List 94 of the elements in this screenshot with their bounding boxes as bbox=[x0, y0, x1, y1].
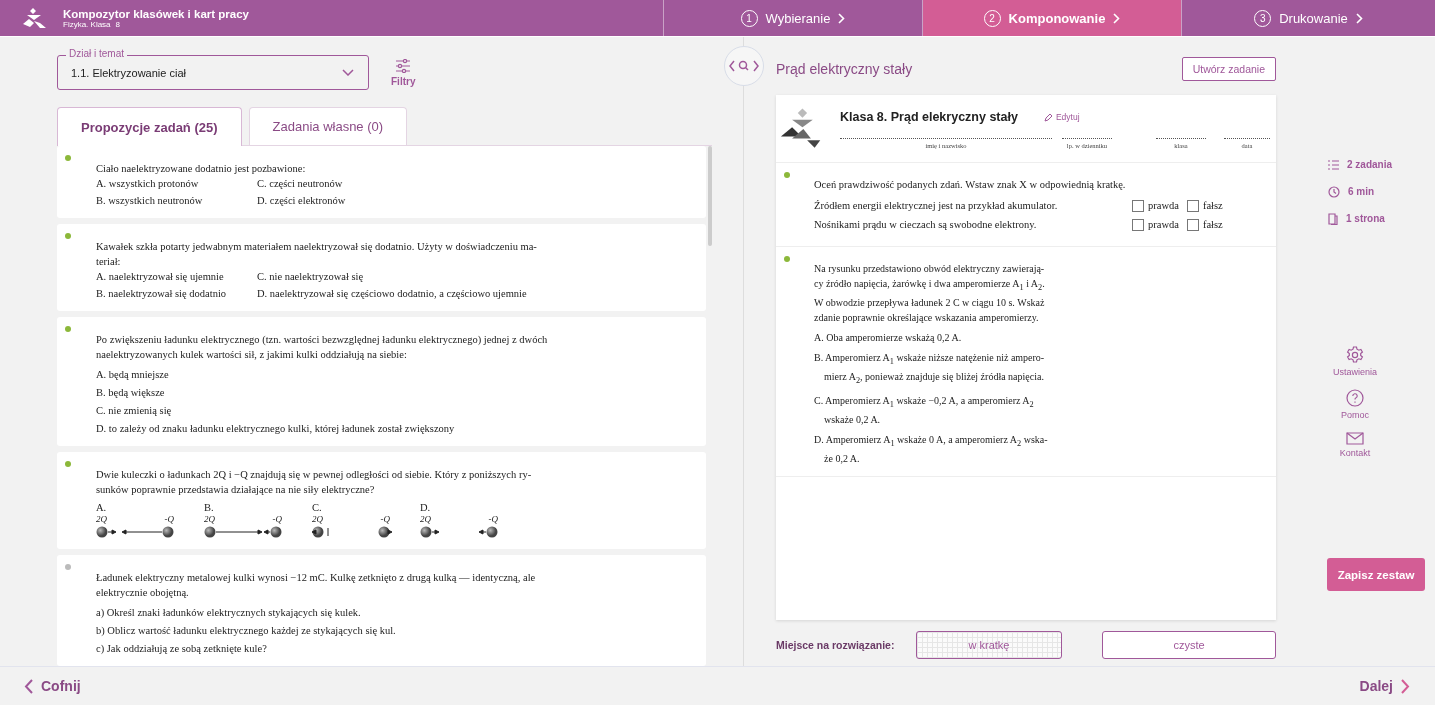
edit-link[interactable]: Edytuj bbox=[1043, 112, 1080, 122]
answer-option: A. naelektryzował się ujemnie bbox=[96, 269, 257, 284]
list-icon bbox=[1328, 159, 1339, 170]
stat-label: 6 min bbox=[1348, 186, 1375, 197]
answer-option: D. części elektronów bbox=[257, 193, 346, 208]
checkbox-label: fałsz bbox=[1202, 199, 1223, 213]
checkbox[interactable] bbox=[1132, 218, 1144, 231]
charge-label: 2Q bbox=[204, 514, 215, 525]
charge-label: -Q bbox=[272, 514, 282, 525]
stat-label: 2 zadania bbox=[1347, 159, 1393, 170]
settings-icon bbox=[1346, 346, 1364, 364]
statement-text: Nośnikami prądu w cieczach są swobodne elektrony. bbox=[814, 218, 1038, 232]
sliders-icon bbox=[395, 58, 412, 73]
chevron-right-icon bbox=[1355, 12, 1363, 24]
save-set-button[interactable]: Zapisz zestaw bbox=[1327, 558, 1425, 591]
checkbox[interactable] bbox=[1132, 199, 1144, 212]
charge-label: 2Q bbox=[420, 514, 431, 525]
task-card[interactable]: Ciało naelektryzowane dodatnio jest pozbawione: A. wszystkich protonów B. wszystkich neutronów C. części neutronów D. części elektronów bbox=[57, 146, 706, 218]
checkbox-label: fałsz bbox=[1202, 218, 1223, 232]
charge-label: -Q bbox=[164, 514, 174, 525]
answer-option: A. wszystkich protonów bbox=[96, 176, 257, 191]
step-tab[interactable]: 2 Komponowanie bbox=[923, 0, 1182, 36]
answer-option: A. Oba amperomierze wskażą 0,2 A. bbox=[814, 330, 1064, 345]
charge-label: -Q bbox=[380, 514, 390, 525]
chevron-right-icon bbox=[838, 12, 846, 24]
checkbox-label: prawda bbox=[1148, 218, 1179, 232]
step-tab[interactable]: 3 Drukowanie bbox=[1182, 0, 1435, 36]
question-text: Na rysunku przedstawiono obwód elektryczny zawierają- cy źródło napięcia, żarówkę i dwa amperomierze A$_{1}$ i A$_{2}$. W obwodzie przepływa ładunek 2 C w ciągu 10 s. Wskaż zdanie poprawnie określające wskazania amperomierzy. bbox=[814, 262, 1046, 325]
answer-option: C. Amperomierz A$_{1}$ wskaże −0,2 A, a amperomierz A$_{2}$ wskaże 0,2 A. bbox=[814, 393, 1064, 427]
option-letter: A. bbox=[96, 501, 108, 514]
question-text: Ciało naelektryzowane dodatnio jest pozbawione: bbox=[96, 162, 307, 176]
zoom-arrows-icon bbox=[728, 59, 760, 73]
question-text: Dwie kuleczki o ładunkach 2Q i −Q znajdują się w pewnej odległości od siebie. Który z poniższych ry- sunków poprawnie przedstawia działające na nie siły elektryczne? bbox=[96, 468, 532, 497]
back-link[interactable]: Cofnij bbox=[24, 678, 81, 694]
chevron-right-icon bbox=[1401, 678, 1410, 694]
question-text: Oceń prawdziwość podanych zdań. Wstaw znak X w odpowiednią kratkę. bbox=[814, 178, 1127, 192]
clock-icon bbox=[1328, 185, 1340, 198]
sidebar-tool-button[interactable]: Pomoc bbox=[1341, 389, 1369, 420]
next-link[interactable]: Dalej bbox=[1359, 678, 1410, 694]
help-icon bbox=[1346, 389, 1364, 407]
answer-option: D. Amperomierz A$_{1}$ wskaże 0 A, a amperomierz A$_{2}$ wska- że 0,2 A. bbox=[814, 432, 1064, 466]
filters-button[interactable]: Filtry bbox=[391, 58, 416, 87]
answer-option: C. nie naelektryzował się bbox=[257, 269, 537, 284]
chevron-down-icon bbox=[342, 69, 354, 76]
dropdown-label: Dział i temat bbox=[66, 48, 127, 59]
charge-label: -Q bbox=[488, 514, 498, 525]
question-text: Po zwiększeniu ładunku elektrycznego (tzn. wartości bezwzględnej ładunku elektrycznego) jednej z dwóch naelektryzowanych kulek wartości sił, z jakimi kulki oddziałują na siebie: bbox=[96, 333, 548, 362]
pencil-icon bbox=[1043, 112, 1053, 122]
checkbox[interactable] bbox=[1186, 218, 1199, 231]
answer-option: C. nie zmienią się bbox=[96, 403, 548, 418]
sidebar-tool-button[interactable]: Kontakt bbox=[1339, 432, 1371, 458]
answer-option: a) Określ znaki ładunków elektrycznych stykających się kulek. bbox=[96, 605, 536, 620]
task-card[interactable] bbox=[57, 317, 706, 446]
page-icon bbox=[1328, 212, 1338, 225]
answer-option: B. Amperomierz A$_{1}$ wskaże niższe natężenie niż ampero- mierz A$_{2}$, ponieważ znajduje się bliżej źródła napięcia. bbox=[814, 350, 1064, 388]
chevron-left-icon bbox=[24, 678, 33, 694]
set-title: Prąd elektryczny stały bbox=[776, 61, 913, 77]
answer-option: b) Oblicz wartość ładunku elektrycznego każdej ze stykających się kul. bbox=[96, 623, 536, 638]
mail-icon bbox=[1346, 432, 1364, 445]
option-letter: B. bbox=[204, 501, 215, 514]
option-letter: D. bbox=[420, 501, 432, 514]
create-task-button[interactable]: Utwórz zadanie bbox=[1181, 57, 1276, 81]
tab[interactable]: Propozycje zadań (25) bbox=[57, 107, 242, 146]
sidebar-tool-button[interactable]: Ustawienia bbox=[1333, 346, 1377, 377]
answer-option: B. będą większe bbox=[96, 385, 548, 400]
subject-label: Fizyka. Klasa bbox=[63, 19, 111, 29]
answer-option: B. wszystkich neutronów bbox=[96, 193, 257, 208]
task-card[interactable] bbox=[57, 555, 706, 666]
option-letter: C. bbox=[312, 501, 323, 514]
solution-space-button[interactable]: czyste bbox=[1102, 631, 1276, 659]
worksheet-title: Klasa 8. Prąd elekryczny stały bbox=[840, 110, 1018, 124]
checkbox-label: prawda bbox=[1148, 199, 1179, 213]
answer-option: D. naelektryzował się częściowo dodatnio, a częściowo ujemnie bbox=[257, 286, 537, 301]
answer-option: B. naelektryzował się dodatnio bbox=[96, 286, 257, 301]
solution-space-button[interactable]: w kratkę bbox=[916, 631, 1062, 659]
app-title: Kompozytor klasówek i kart pracy bbox=[63, 7, 249, 20]
answer-option: c) Jak oddziałują ze sobą zetknięte kule? bbox=[96, 641, 536, 656]
question-text: Ładunek elektryczny metalowej kulki wynosi −12 mC. Kulkę zetknięto z drugą kulką — identyczną, ale elektrycznie obojętną. bbox=[96, 571, 536, 600]
solution-space-label: Miejsce na rozwiązanie: bbox=[776, 639, 896, 651]
checkbox[interactable] bbox=[1186, 199, 1199, 212]
grade-label: 8 bbox=[115, 19, 121, 29]
task-card[interactable] bbox=[57, 452, 706, 549]
answer-option: D. to zależy od znaku ładunku elektrycznego kulki, której ładunek został zwiększony bbox=[96, 421, 548, 436]
charge-label: 2Q bbox=[312, 514, 323, 525]
chevron-right-icon bbox=[1113, 12, 1121, 24]
statement-text: Źródłem energii elektrycznej jest na przykład akumulator. bbox=[814, 199, 1059, 213]
answer-option: C. części neutronów bbox=[257, 176, 346, 191]
stat-label: 1 strona bbox=[1346, 213, 1385, 224]
tab[interactable]: Zadania własne (0) bbox=[248, 107, 408, 145]
question-text: Kawałek szkła potarty jedwabnym materiałem naelektryzował się dodatnio. Użyty w doświadczeniu ma- teriał: bbox=[96, 240, 537, 269]
panel-toggle-button[interactable] bbox=[724, 46, 764, 86]
task-card[interactable] bbox=[57, 224, 706, 311]
answer-option: A. będą mniejsze bbox=[96, 367, 548, 382]
charge-label: 2Q bbox=[96, 514, 107, 525]
